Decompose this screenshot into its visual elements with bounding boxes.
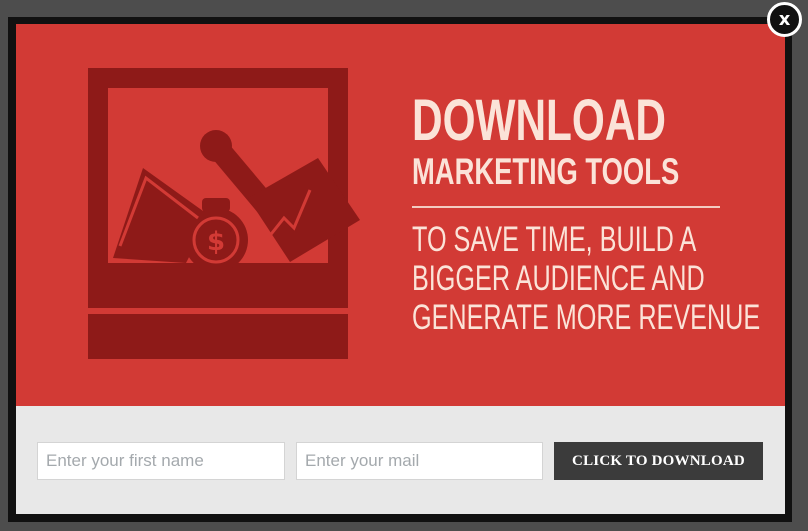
- headline-block: DOWNLOAD MARKETING TOOLS TO SAVE TIME, B…: [412, 88, 760, 337]
- headline-subtitle: MARKETING TOOLS: [412, 151, 680, 192]
- headline-body: TO SAVE TIME, BUILD A BIGGER AUDIENCE AN…: [412, 220, 760, 337]
- download-button[interactable]: CLICK TO DOWNLOAD: [554, 442, 763, 480]
- toolbox-icon: [88, 68, 108, 268]
- headline-divider: [412, 206, 720, 208]
- close-icon: x: [778, 8, 791, 30]
- email-input[interactable]: [296, 442, 543, 480]
- headline-title: DOWNLOAD: [412, 88, 667, 153]
- toolbox-illustration: $: [88, 68, 360, 359]
- first-name-input[interactable]: [37, 442, 285, 480]
- svg-text:$: $: [207, 227, 225, 257]
- body-line: GENERATE MORE REVENUE: [412, 298, 761, 337]
- body-line: TO SAVE TIME, BUILD A: [412, 220, 697, 259]
- body-line: BIGGER AUDIENCE AND: [412, 259, 705, 298]
- close-button[interactable]: x: [767, 2, 802, 37]
